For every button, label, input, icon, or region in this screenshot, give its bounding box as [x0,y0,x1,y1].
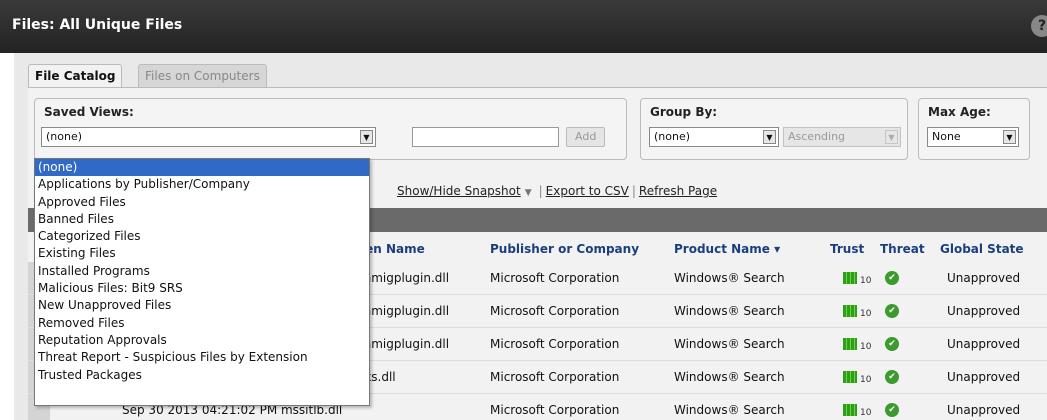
chevron-down-icon[interactable]: ▼ [763,130,776,144]
add-view-button[interactable]: Add [566,127,606,147]
max-age-select[interactable]: None ▼ [927,127,1019,147]
max-age-label: Max Age: [928,105,991,119]
saved-view-option[interactable]: Removed Files [35,315,369,332]
saved-view-option[interactable]: Malicious Files: Bit9 SRS [35,280,369,297]
chevron-down-icon[interactable]: ▼ [360,130,373,144]
chevron-down-icon[interactable]: ▼ [1003,130,1016,144]
refresh-page-link[interactable]: Refresh Page [639,184,717,198]
saved-view-option[interactable]: Categorized Files [35,228,369,245]
group-by-select[interactable]: (none) ▼ [649,127,779,147]
max-age-value: None [932,130,961,143]
sort-order-value: Ascending [788,130,846,143]
trust-bars-icon [843,272,857,284]
saved-view-option[interactable]: New Unapproved Files [35,297,369,314]
trust-bars-icon [843,404,857,416]
col-publisher[interactable]: Publisher or Company [490,242,639,256]
window-titlebar: Files: All Unique Files ? [0,0,1047,53]
sort-desc-icon: ▾ [774,242,781,256]
tab-files-on-computers[interactable]: Files on Computers [138,64,267,87]
saved-view-option[interactable]: Applications by Publisher/Company [35,176,369,193]
group-by-label: Group By: [650,105,718,119]
saved-views-group: Saved Views: (none) ▼ Add [34,98,627,160]
group-by-group: Group By: (none) ▼ Ascending ▼ [640,98,908,160]
saved-view-option[interactable]: Threat Report - Suspicious Files by Exte… [35,349,369,366]
col-trust[interactable]: Trust [830,242,864,256]
toolbar-links: Show/Hide Snapshot ▼ | Export to CSV | Refres… [397,184,718,198]
saved-views-dropdown-list: (none) Applications by Publisher/Company… [34,158,370,406]
trust-bars-icon [843,371,857,383]
max-age-group: Max Age: None ▼ [918,98,1030,160]
check-circle-icon: ✔ [885,370,899,384]
col-threat[interactable]: Threat [880,242,925,256]
trust-bars-icon [843,305,857,317]
window-title: Files: All Unique Files [12,17,183,33]
view-name-input[interactable] [412,127,559,147]
show-hide-snapshot-link[interactable]: Show/Hide Snapshot [397,184,521,198]
saved-view-option[interactable]: Reputation Approvals [35,332,369,349]
check-circle-icon: ✔ [885,271,899,285]
sort-order-select: Ascending ▼ [783,127,901,147]
saved-view-option[interactable]: Installed Programs [35,263,369,280]
saved-view-option[interactable]: (none) [35,159,369,177]
saved-views-value: (none) [46,130,83,143]
saved-views-label: Saved Views: [44,105,134,119]
saved-view-option[interactable]: Existing Files [35,245,369,262]
saved-views-select[interactable]: (none) ▼ [41,127,376,147]
check-circle-icon: ✔ [885,304,899,318]
group-by-value: (none) [654,130,691,143]
check-circle-icon: ✔ [885,403,899,417]
tab-file-catalog[interactable]: File Catalog [28,64,123,87]
help-icon[interactable]: ? [1031,15,1047,37]
saved-view-option[interactable]: Banned Files [35,211,369,228]
check-circle-icon: ✔ [885,337,899,351]
chevron-down-icon: ▼ [885,130,898,144]
saved-view-option[interactable]: Approved Files [35,194,369,211]
trust-bars-icon [843,338,857,350]
export-csv-link[interactable]: Export to CSV [546,184,629,198]
saved-view-option[interactable]: Trusted Packages [35,367,369,384]
col-global-state[interactable]: Global State [940,242,1024,256]
chevron-down-icon[interactable]: ▼ [525,188,532,198]
col-product-name[interactable]: Product Name ▾ [674,242,780,256]
